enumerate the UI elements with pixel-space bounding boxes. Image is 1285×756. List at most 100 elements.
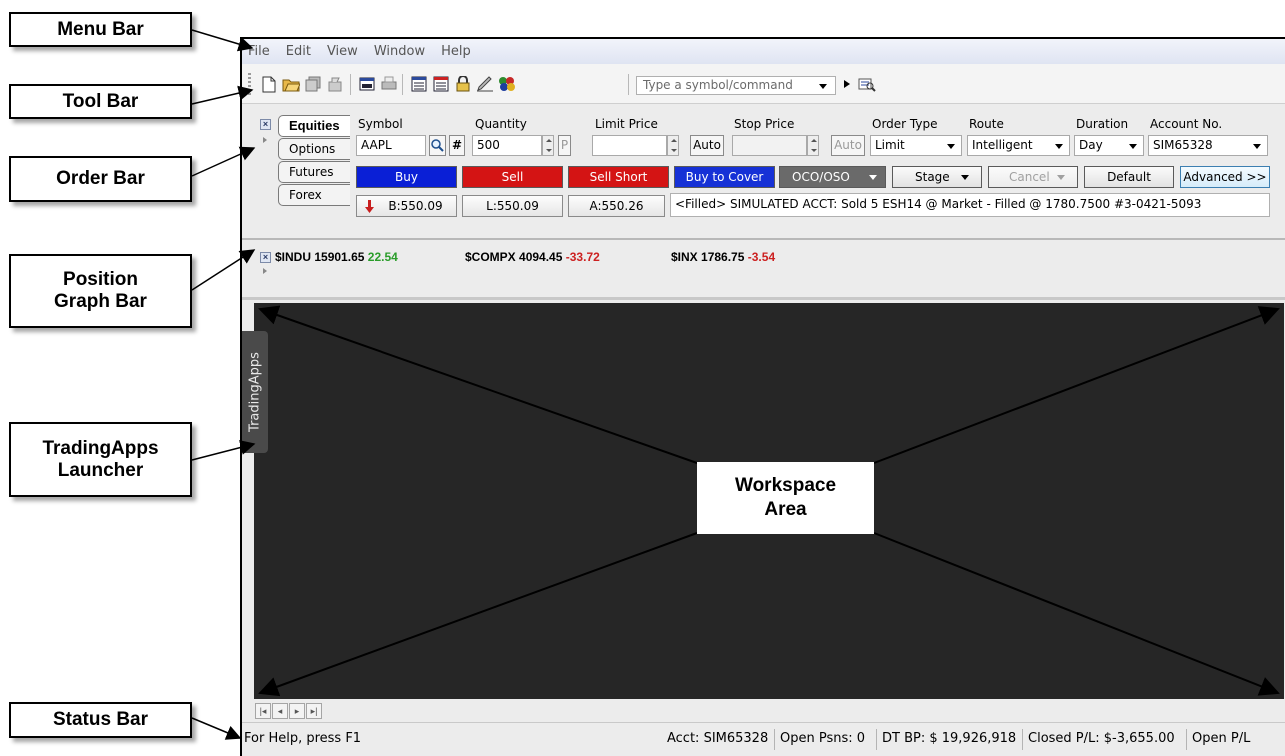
pin-icon[interactable]	[263, 268, 267, 274]
close-icon[interactable]: ×	[260, 119, 271, 130]
save-icon[interactable]	[326, 75, 344, 93]
oco-oso-button[interactable]: OCO/OSO	[779, 166, 886, 188]
menu-help[interactable]: Help	[441, 44, 471, 59]
index-indu[interactable]: $INDU 15901.65 22.54	[275, 250, 398, 264]
window-layout-icon[interactable]	[410, 75, 428, 93]
toolbar-grip[interactable]	[248, 73, 251, 95]
order-type-value: Limit	[875, 138, 905, 152]
chevron-down-icon	[1057, 175, 1065, 180]
go-arrow-icon[interactable]	[838, 75, 856, 93]
index-symbol: $INX	[671, 250, 698, 264]
advanced-button[interactable]: Advanced >>	[1180, 166, 1270, 188]
callout-tool-bar: Tool Bar	[9, 84, 192, 119]
workspace-icon[interactable]	[432, 75, 450, 93]
account-select[interactable]: SIM65328	[1148, 135, 1268, 156]
status-bar: For Help, press F1 Acct: SIM65328 Open P…	[242, 722, 1285, 756]
index-compx[interactable]: $COMPX 4094.45 -33.72	[465, 250, 600, 264]
bid-value: B:550.09	[388, 199, 443, 213]
status-account: Acct: SIM65328	[667, 731, 769, 746]
chevron-down-icon[interactable]	[819, 84, 827, 89]
workspace-label-line-1: Workspace	[734, 475, 837, 496]
search-icon	[431, 139, 444, 152]
open-folder-icon[interactable]	[282, 75, 300, 93]
limit-price-stepper[interactable]	[667, 135, 679, 156]
last-quote-button[interactable]: L:550.09	[462, 195, 563, 217]
index-inx[interactable]: $INX 1786.75 -3.54	[671, 250, 775, 264]
p-button[interactable]: P	[558, 135, 571, 156]
route-label: Route	[969, 117, 1004, 131]
chevron-down-icon	[947, 144, 955, 149]
sheet-navigation: |◂ ◂ ▸ ▸|	[254, 701, 1284, 720]
stop-price-stepper[interactable]	[807, 135, 819, 156]
find-icon[interactable]	[858, 75, 876, 93]
toolbar-separator	[628, 74, 629, 95]
copy-layout-icon[interactable]	[304, 75, 322, 93]
quantity-input[interactable]: 500	[472, 135, 542, 156]
tab-futures[interactable]: Futures	[278, 161, 350, 183]
print-icon[interactable]	[358, 75, 376, 93]
status-open-pl: Open P/L	[1186, 729, 1255, 750]
duration-select[interactable]: Day	[1074, 135, 1144, 156]
buy-to-cover-button[interactable]: Buy to Cover	[674, 166, 775, 188]
tab-options[interactable]: Options	[278, 138, 350, 160]
previous-page-icon[interactable]: ◂	[272, 703, 288, 719]
tab-forex[interactable]: Forex	[278, 184, 350, 206]
limit-price-input[interactable]	[592, 135, 667, 156]
apps-icon[interactable]	[498, 75, 516, 93]
status-help-text: For Help, press F1	[244, 731, 362, 746]
toolbar-separator	[402, 74, 403, 95]
menu-edit[interactable]: Edit	[286, 44, 311, 59]
menu-window[interactable]: Window	[374, 44, 425, 59]
printer-icon[interactable]	[380, 75, 398, 93]
callout-text: TradingApps	[42, 437, 159, 459]
sell-short-button[interactable]: Sell Short	[568, 166, 669, 188]
edit-icon[interactable]	[476, 75, 494, 93]
index-price: 15901.65	[314, 250, 365, 264]
index-symbol: $INDU	[275, 250, 312, 264]
close-icon[interactable]: ×	[260, 252, 271, 263]
order-type-select[interactable]: Limit	[870, 135, 962, 156]
callout-text: Launcher	[57, 459, 144, 481]
tradingapps-launcher[interactable]: TradingApps	[242, 331, 268, 453]
chevron-down-icon	[869, 175, 877, 180]
new-document-icon[interactable]	[260, 75, 278, 93]
symbol-input[interactable]: AAPL	[356, 135, 426, 156]
default-button[interactable]: Default	[1084, 166, 1174, 188]
last-page-icon[interactable]: ▸|	[306, 703, 322, 719]
index-price: 1786.75	[701, 250, 745, 264]
toolbar-separator	[350, 74, 351, 95]
command-input[interactable]: Type a symbol/command	[636, 76, 836, 95]
index-change: 22.54	[367, 250, 398, 264]
hash-button[interactable]: #	[449, 135, 465, 156]
limit-auto-button[interactable]: Auto	[690, 135, 724, 156]
stop-auto-button[interactable]: Auto	[831, 135, 865, 156]
symbol-lookup-button[interactable]	[429, 135, 446, 156]
menu-view[interactable]: View	[327, 44, 358, 59]
status-closed-pl: Closed P/L: $-3,655.00	[1022, 729, 1180, 750]
buy-button[interactable]: Buy	[356, 166, 457, 188]
bid-quote-button[interactable]: B:550.09	[356, 195, 457, 217]
first-page-icon[interactable]: |◂	[255, 703, 271, 719]
workspace-area[interactable]: Workspace Area	[254, 303, 1284, 699]
chevron-down-icon	[1129, 144, 1137, 149]
tab-equities[interactable]: Equities	[278, 115, 350, 137]
callout-tradingapps-launcher: TradingApps Launcher	[9, 422, 192, 497]
order-type-label: Order Type	[872, 117, 938, 131]
stop-price-input[interactable]	[732, 135, 807, 156]
next-page-icon[interactable]: ▸	[289, 703, 305, 719]
stage-button[interactable]: Stage	[892, 166, 982, 188]
lock-icon[interactable]	[454, 75, 472, 93]
quantity-stepper[interactable]	[542, 135, 554, 156]
account-value: SIM65328	[1153, 138, 1213, 152]
command-placeholder: Type a symbol/command	[643, 78, 793, 92]
chevron-down-icon	[961, 175, 969, 180]
ask-quote-button[interactable]: A:550.26	[568, 195, 665, 217]
callout-position-graph-bar: Position Graph Bar	[9, 254, 192, 328]
cancel-label: Cancel	[1009, 170, 1050, 184]
callout-order-bar: Order Bar	[9, 156, 192, 202]
pin-icon[interactable]	[263, 137, 267, 143]
route-select[interactable]: Intelligent	[967, 135, 1070, 156]
sell-button[interactable]: Sell	[462, 166, 563, 188]
menu-file[interactable]: File	[248, 44, 270, 59]
cancel-button[interactable]: Cancel	[988, 166, 1078, 188]
